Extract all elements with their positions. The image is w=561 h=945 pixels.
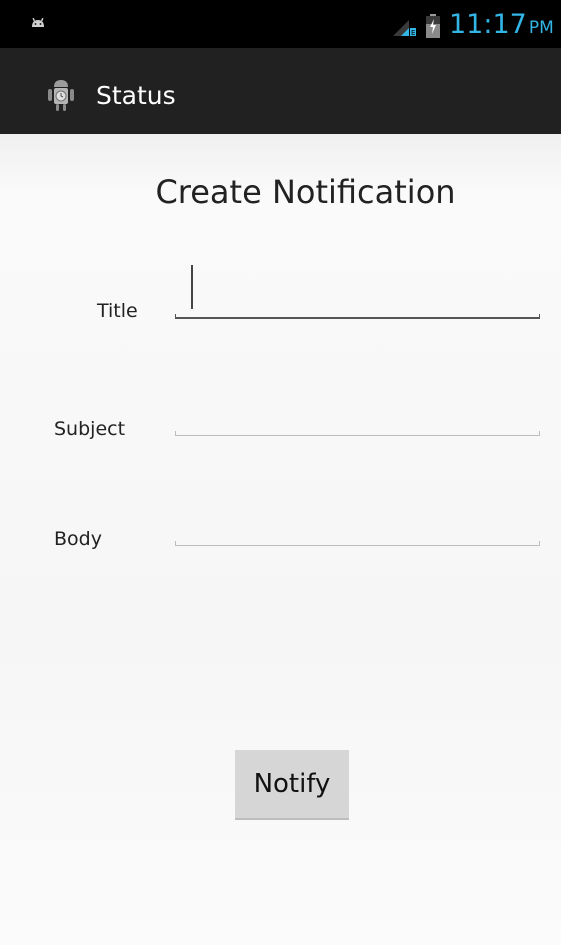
body-input[interactable] <box>175 530 540 546</box>
notify-button[interactable]: Notify <box>235 750 349 820</box>
title-input[interactable] <box>175 265 540 319</box>
svg-text:E: E <box>411 29 415 37</box>
body-input-underline <box>175 545 540 546</box>
title-label: Title <box>97 300 138 322</box>
app-title: Status <box>96 81 176 110</box>
signal-icon: E <box>393 20 416 37</box>
subject-input[interactable] <box>175 420 540 436</box>
action-bar: Status <box>0 48 561 134</box>
battery-charging-icon <box>426 14 440 38</box>
page-title: Create Notification <box>155 173 456 211</box>
subject-input-underline <box>175 435 540 436</box>
app-icon[interactable] <box>45 78 77 112</box>
main-content: Create Notification Title Subject Body N… <box>0 134 561 945</box>
android-notification-icon <box>32 18 44 27</box>
status-clock: 11:17 PM <box>449 11 554 39</box>
clock-time: 11:17 <box>449 9 527 40</box>
body-label: Body <box>54 528 102 550</box>
clock-ampm: PM <box>528 18 554 38</box>
status-bar: E 11:17 PM <box>0 0 561 48</box>
subject-label: Subject <box>54 418 126 440</box>
text-cursor <box>191 265 193 309</box>
title-input-underline <box>175 317 540 319</box>
